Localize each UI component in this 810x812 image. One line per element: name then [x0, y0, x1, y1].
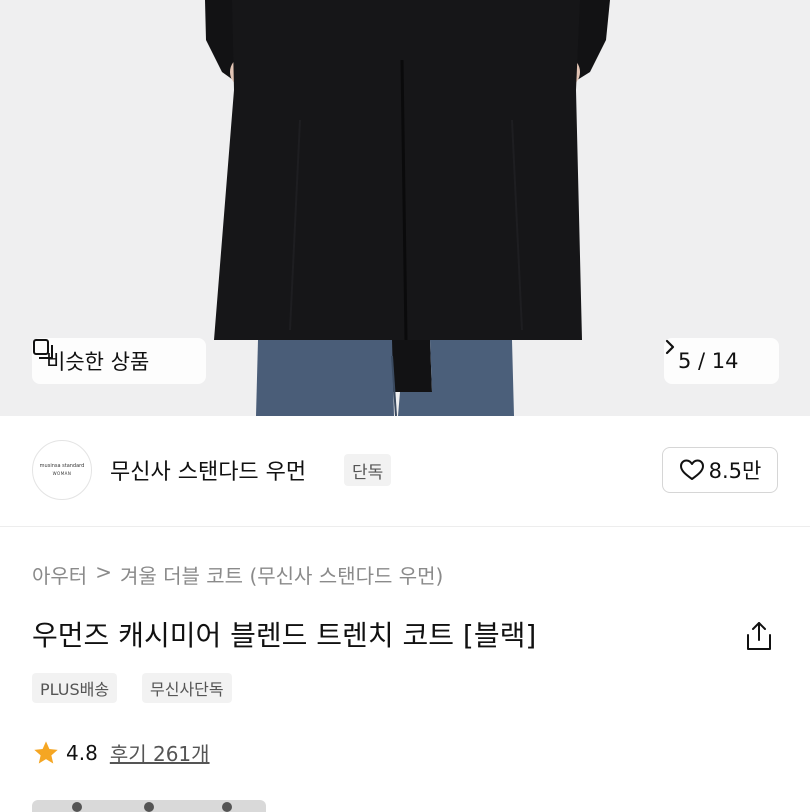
thumbnail-figure	[144, 802, 154, 812]
product-title: 우먼즈 캐시미어 블렌드 트렌치 코트 [블랙]	[32, 619, 537, 652]
brand-like-button[interactable]: 8.5만	[662, 447, 778, 493]
breadcrumb: 아우터 > 겨울 더블 코트 (무신사 스탠다드 우먼)	[32, 560, 443, 589]
section-divider	[0, 526, 810, 527]
rating-row: 4.8 후기 261개	[32, 738, 210, 767]
share-icon[interactable]	[744, 620, 774, 652]
exclusive-badge: 단독	[344, 454, 392, 486]
image-pager-button[interactable]: 5 / 14	[664, 338, 779, 384]
image-pager-text: 5 / 14	[678, 349, 739, 373]
brand-logo-text: musinsa standard	[39, 463, 85, 469]
breadcrumb-item-collection[interactable]: 겨울 더블 코트 (무신사 스탠다드 우먼)	[120, 560, 443, 589]
brand-like-count: 8.5만	[708, 459, 762, 483]
heart-outline-icon	[679, 459, 704, 480]
musinsa-exclusive-tag: 무신사단독	[142, 673, 232, 703]
product-image-gallery[interactable]: 비슷한 상품 5 / 14	[0, 0, 810, 416]
brand-logo-subtext: WOMAN	[52, 471, 72, 476]
rating-value: 4.8	[66, 740, 98, 765]
plus-delivery-tag: PLUS배송	[32, 673, 118, 703]
chevron-right-icon	[665, 339, 675, 355]
thumbnail-figure	[222, 802, 232, 812]
stacked-squares-icon	[33, 339, 53, 359]
breadcrumb-separator: >	[95, 560, 112, 584]
breadcrumb-item-category[interactable]: 아우터	[32, 560, 87, 589]
review-count-link[interactable]: 후기 261개	[110, 738, 210, 767]
brand-name-link[interactable]: 무신사 스탠다드 우먼	[110, 454, 306, 486]
star-icon	[34, 740, 58, 763]
review-photo-thumbnail[interactable]	[32, 800, 266, 812]
similar-products-label: 비슷한 상품	[46, 350, 150, 374]
thumbnail-figure	[72, 802, 82, 812]
similar-products-button[interactable]: 비슷한 상품	[32, 338, 206, 384]
brand-row: musinsa standard WOMAN 무신사 스탠다드 우먼 단독 8.…	[0, 416, 810, 526]
brand-logo[interactable]: musinsa standard WOMAN	[32, 440, 92, 500]
